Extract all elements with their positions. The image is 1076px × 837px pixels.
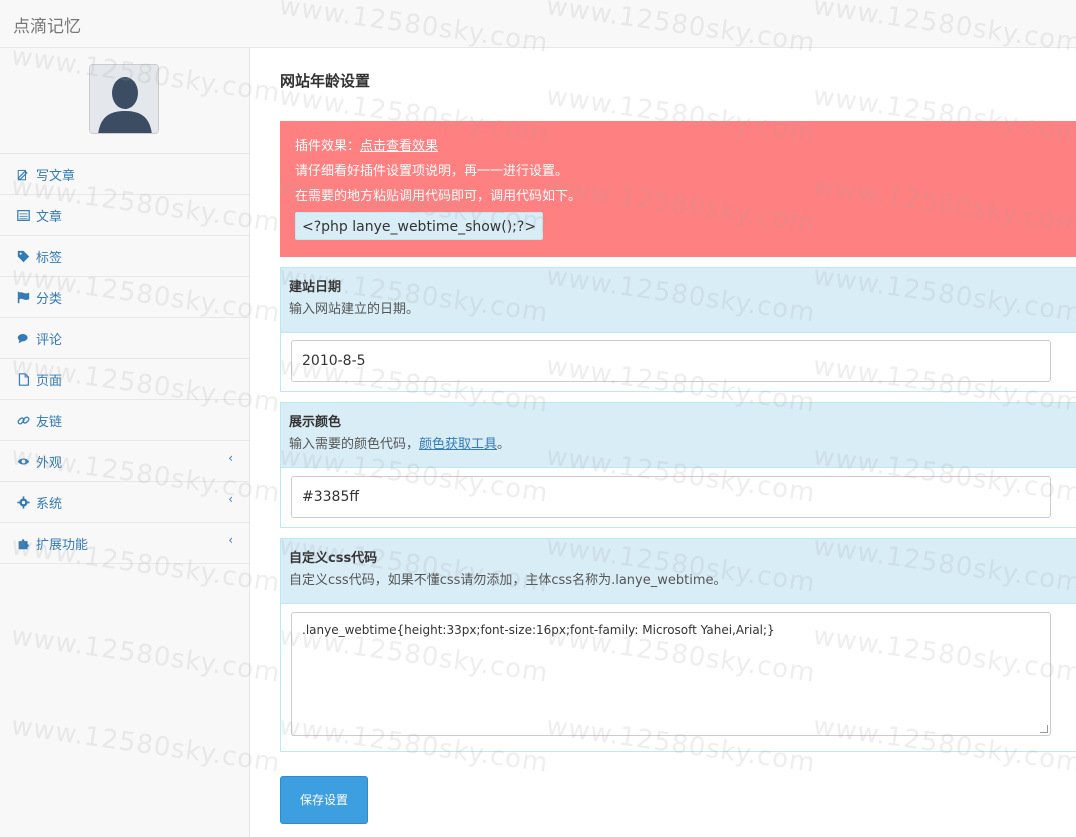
user-silhouette-icon: [90, 65, 158, 133]
sidebar-item-tags[interactable]: 标签: [0, 236, 249, 277]
save-settings-button[interactable]: 保存设置: [280, 776, 368, 824]
color-picker-tool-link[interactable]: 颜色获取工具: [419, 437, 497, 452]
field-description: 自定义css代码，如果不懂css请勿添加，主体css名称为.lanye_webt…: [289, 573, 727, 588]
sidebar-item-label: 标签: [36, 250, 63, 266]
comments-icon: [16, 331, 30, 345]
sidebar-item-label: 写文章: [36, 168, 76, 184]
alert-effect-label: 插件效果：: [295, 139, 361, 154]
build-date-input[interactable]: 2010-8-5: [291, 340, 1051, 382]
field-title: 自定义css代码: [289, 551, 378, 566]
flag-icon: [16, 290, 30, 304]
top-navbar: 点滴记忆: [0, 0, 1076, 48]
resize-handle-icon[interactable]: [1040, 725, 1048, 733]
avatar[interactable]: [89, 64, 159, 134]
sidebar-item-pages[interactable]: 页面: [0, 359, 249, 400]
custom-css-textarea[interactable]: .lanye_webtime{height:33px;font-size:16p…: [291, 612, 1051, 736]
field-description-text: 输入需要的颜色代码，: [289, 437, 420, 452]
field-title: 展示颜色: [289, 415, 342, 430]
code-snippet[interactable]: <?php lanye_webtime_show();?>: [295, 212, 544, 240]
sidebar-item-system[interactable]: 系统 ‹: [0, 482, 249, 523]
field-panel-display-color: 展示颜色 输入需要的颜色代码，颜色获取工具。 #3385ff: [280, 402, 1076, 528]
avatar-section: [0, 48, 249, 154]
tags-icon: [16, 249, 30, 263]
chevron-left-icon[interactable]: ‹: [228, 492, 233, 506]
puzzle-icon: [16, 536, 30, 550]
page-title: 网站年龄设置: [280, 72, 371, 90]
chevron-left-icon[interactable]: ‹: [228, 451, 233, 465]
sidebar-item-categories[interactable]: 分类: [0, 277, 249, 318]
gear-icon: [16, 495, 30, 509]
view-effect-link[interactable]: 点击查看效果: [360, 139, 438, 154]
sidebar-item-posts[interactable]: 文章: [0, 195, 249, 236]
field-title: 建站日期: [289, 280, 342, 295]
sidebar: 写文章 文章 标签 分类 评论 页面 友链 外观 ‹ 系统 ‹ 扩展功能 ‹: [0, 48, 250, 837]
alert-line-1: 插件效果：点击查看效果: [295, 134, 1061, 159]
field-description-suffix: 。: [497, 437, 511, 452]
field-description: 输入需要的颜色代码，颜色获取工具。: [289, 433, 1068, 467]
custom-css-value: .lanye_webtime{height:33px;font-size:16p…: [302, 623, 775, 637]
list-icon: [16, 208, 30, 222]
sidebar-item-extensions[interactable]: 扩展功能 ‹: [0, 523, 249, 564]
display-color-input[interactable]: #3385ff: [291, 476, 1051, 518]
sidebar-item-label: 外观: [36, 455, 63, 471]
link-icon: [16, 413, 30, 427]
sidebar-item-label: 评论: [36, 332, 63, 348]
alert-line-2: 请仔细看好插件设置项说明，再一一进行设置。: [295, 164, 569, 179]
brand-title[interactable]: 点滴记忆: [13, 12, 81, 37]
field-panel-build-date: 建站日期 输入网站建立的日期。 2010-8-5: [280, 267, 1076, 392]
field-description: 输入网站建立的日期。: [289, 302, 420, 317]
field-header: 展示颜色 输入需要的颜色代码，颜色获取工具。: [281, 403, 1076, 468]
plugin-info-alert: 插件效果：点击查看效果 请仔细看好插件设置项说明，再一一进行设置。 在需要的地方…: [280, 121, 1076, 257]
field-panel-custom-css: 自定义css代码 自定义css代码，如果不懂css请勿添加，主体css名称为.l…: [280, 538, 1076, 752]
sidebar-item-label: 系统: [36, 496, 63, 512]
edit-icon: [16, 167, 30, 181]
sidebar-item-label: 页面: [36, 373, 63, 389]
eye-icon: [16, 454, 30, 468]
sidebar-item-label: 分类: [36, 291, 63, 307]
chevron-left-icon[interactable]: ‹: [228, 533, 233, 547]
sidebar-item-label: 文章: [36, 209, 63, 225]
field-header: 建站日期 输入网站建立的日期。: [281, 268, 1076, 333]
sidebar-item-write-post[interactable]: 写文章: [0, 154, 249, 195]
sidebar-item-appearance[interactable]: 外观 ‹: [0, 441, 249, 482]
sidebar-item-label: 友链: [36, 414, 63, 430]
sidebar-item-links[interactable]: 友链: [0, 400, 249, 441]
sidebar-item-label: 扩展功能: [36, 537, 89, 553]
file-icon: [16, 372, 30, 386]
field-header: 自定义css代码 自定义css代码，如果不懂css请勿添加，主体css名称为.l…: [281, 539, 1076, 604]
sidebar-item-comments[interactable]: 评论: [0, 318, 249, 359]
alert-line-3: 在需要的地方粘贴调用代码即可，调用代码如下。: [295, 189, 582, 204]
